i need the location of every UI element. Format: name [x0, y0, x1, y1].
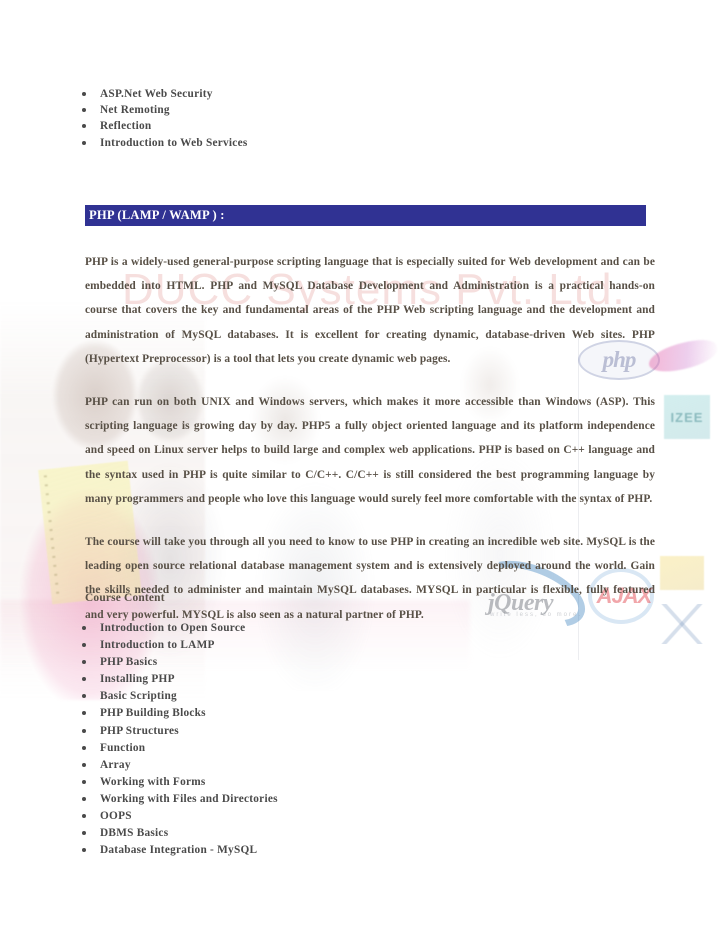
- list-item: Array: [70, 757, 490, 774]
- page-title: PHP (LAMP / WAMP ) :: [89, 208, 225, 222]
- list-item: Function: [70, 740, 490, 757]
- list-item: ASP.Net Web Security: [70, 86, 470, 102]
- pink-swoosh-icon: [646, 336, 720, 376]
- x-mark-icon: [658, 604, 706, 644]
- list-item-label: Installing PHP: [100, 673, 175, 686]
- green-box-icon: IZEE: [664, 395, 710, 439]
- folder-icon: [660, 556, 704, 590]
- list-item: Installing PHP: [70, 671, 490, 688]
- list-item-label: Net Remoting: [100, 104, 170, 117]
- list-item-label: Introduction to LAMP: [100, 639, 215, 652]
- list-item-label: Database Integration - MySQL: [100, 844, 258, 857]
- section-body: PHP is a widely-used general-purpose scr…: [85, 250, 655, 627]
- document-page: php IZEE jQuery write less, do more. AJA…: [0, 0, 728, 942]
- list-item: Basic Scripting: [70, 688, 490, 705]
- list-item: Introduction to Open Source: [70, 620, 490, 637]
- list-item-label: Working with Forms: [100, 775, 206, 788]
- list-item: Working with Forms: [70, 774, 490, 791]
- list-item-label: PHP Building Blocks: [100, 707, 206, 720]
- green-box-text: IZEE: [670, 409, 704, 425]
- list-item-label: OOPS: [100, 810, 132, 823]
- list-item-label: PHP Basics: [100, 656, 158, 669]
- paragraph: The course will take you through all you…: [85, 536, 655, 621]
- list-item-label: DBMS Basics: [100, 827, 169, 840]
- paragraph: PHP can run on both UNIX and Windows ser…: [85, 396, 655, 505]
- list-item: PHP Building Blocks: [70, 705, 490, 722]
- paragraph: PHP is a widely-used general-purpose scr…: [85, 256, 655, 365]
- list-item-label: PHP Structures: [100, 724, 179, 737]
- list-item: Net Remoting: [70, 102, 470, 118]
- list-item: DBMS Basics: [70, 825, 490, 842]
- list-item: PHP Structures: [70, 723, 490, 740]
- list-item: Working with Files and Directories: [70, 791, 490, 808]
- list-item: Introduction to Web Services: [70, 135, 470, 151]
- course-content-label: Course Content: [85, 592, 165, 604]
- list-item-label: Function: [100, 741, 146, 754]
- section-header-bar: PHP (LAMP / WAMP ) :: [85, 205, 646, 226]
- list-item-label: ASP.Net Web Security: [100, 88, 213, 100]
- list-item: Reflection: [70, 118, 470, 134]
- list-item: Introduction to LAMP: [70, 637, 490, 654]
- list-item-label: Introduction to Open Source: [100, 622, 246, 634]
- list-item: Database Integration - MySQL: [70, 842, 490, 859]
- list-item-label: Introduction to Web Services: [100, 136, 248, 149]
- list-item-label: Reflection: [100, 120, 152, 133]
- list-item-label: Working with Files and Directories: [100, 792, 278, 805]
- list-item-label: Array: [100, 758, 131, 771]
- list-item-label: Basic Scripting: [100, 690, 177, 703]
- top-topic-list: ASP.Net Web Security Net Remoting Reflec…: [70, 86, 470, 151]
- list-item: OOPS: [70, 808, 490, 825]
- course-content-list: Introduction to Open Source Introduction…: [70, 620, 490, 859]
- list-item: PHP Basics: [70, 654, 490, 671]
